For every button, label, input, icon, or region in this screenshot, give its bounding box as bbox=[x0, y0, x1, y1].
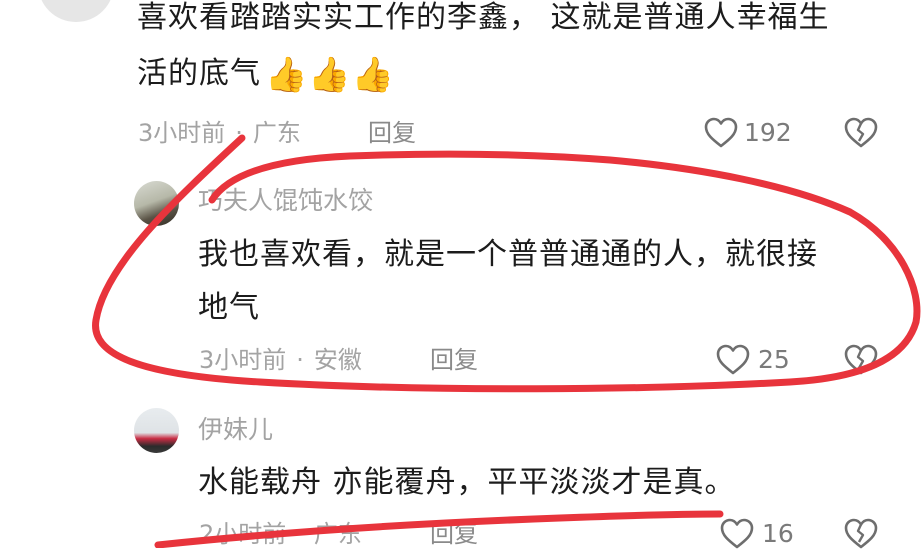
thumbs-up-emoji: 👍👍👍 bbox=[265, 54, 396, 95]
username[interactable]: 伊妹儿 bbox=[198, 413, 273, 447]
broken-heart-icon[interactable] bbox=[844, 344, 878, 376]
avatar[interactable] bbox=[134, 181, 179, 226]
comment-text-continued: 活的底气 👍👍👍 bbox=[137, 54, 395, 95]
reply-location: 广东 bbox=[313, 520, 362, 548]
reply-meta: 3小时前 · 安徽 bbox=[199, 346, 362, 374]
broken-heart-icon[interactable] bbox=[844, 117, 878, 149]
reply-time: 2小时前 bbox=[199, 520, 287, 548]
comment-text: 喜欢看踏踏实实工作的李鑫， 这就是普通人幸福生 bbox=[137, 0, 830, 35]
avatar[interactable] bbox=[38, 0, 114, 22]
comment-text-line2: 活的底气 bbox=[137, 56, 261, 91]
like-count: 192 bbox=[744, 118, 792, 147]
broken-heart-icon[interactable] bbox=[844, 518, 878, 550]
reply-location: 安徽 bbox=[313, 346, 362, 374]
reply-button[interactable]: 回复 bbox=[368, 117, 416, 149]
reply-button[interactable]: 回复 bbox=[430, 518, 478, 550]
like-count: 16 bbox=[762, 519, 794, 548]
reply-button[interactable]: 回复 bbox=[430, 344, 478, 376]
username[interactable]: 巧夫人馄饨水饺 bbox=[198, 184, 373, 218]
avatar[interactable] bbox=[134, 408, 179, 453]
heart-icon[interactable] bbox=[720, 518, 754, 550]
heart-icon[interactable] bbox=[716, 344, 750, 376]
reply-text: 水能载舟 亦能覆舟，平平淡淡才是真。 bbox=[198, 465, 736, 500]
comment-meta: 3小时前 · 广东 bbox=[138, 119, 301, 147]
comment-time: 3小时前 bbox=[138, 119, 226, 147]
reply-meta: 2小时前 · 广东 bbox=[199, 520, 362, 548]
reply-text: 我也喜欢看，就是一个普普通通的人，就很接 bbox=[198, 237, 818, 272]
heart-icon[interactable] bbox=[704, 117, 738, 149]
reply-time: 3小时前 bbox=[199, 346, 287, 374]
reply-text-continued: 地气 bbox=[198, 290, 260, 325]
like-count: 25 bbox=[758, 345, 790, 374]
comment-location: 广东 bbox=[252, 119, 301, 147]
